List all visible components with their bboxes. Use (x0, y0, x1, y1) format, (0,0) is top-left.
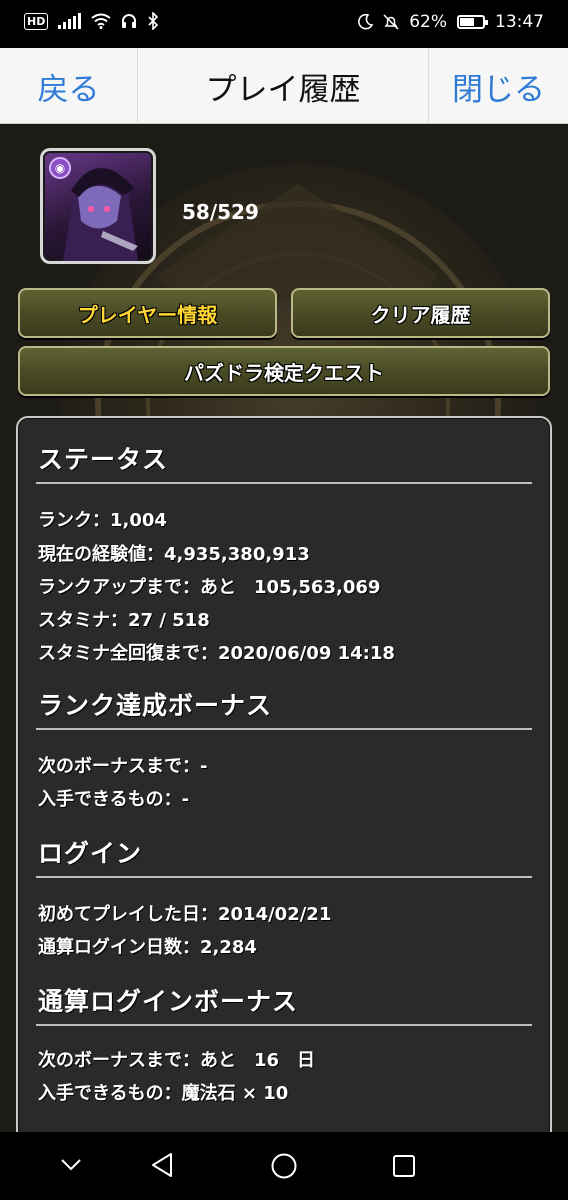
battery-icon (457, 15, 488, 29)
puzzle-quest-button[interactable]: パズドラ検定クエスト (18, 346, 550, 396)
rankup-row: ランクアップまで：あと 105,563,069 (38, 577, 381, 598)
monster-count: 58/529 (182, 200, 259, 224)
close-button[interactable]: 閉じる (428, 48, 568, 124)
rank-bonus-item-row: 入手できるもの：- (38, 789, 190, 810)
player-info-tab[interactable]: プレイヤー情報 (18, 288, 277, 338)
next-login-bonus-row: 次のボーナスまで：あと 16 日 (38, 1050, 316, 1071)
divider (36, 1024, 532, 1026)
battery-percent: 62% (409, 12, 447, 32)
system-nav-bar (0, 1132, 568, 1200)
status-bar: HD 62% 13:47 (0, 0, 568, 48)
headset-icon (122, 14, 137, 28)
status-section-title: ステータス (38, 445, 169, 474)
hd-indicator: HD (24, 12, 49, 30)
moon-icon (358, 14, 374, 30)
login-section-title: ログイン (38, 839, 143, 868)
clock: 13:47 (495, 12, 544, 32)
status-panel: ステータス ランク：1,004 現在の経験値：4,935,380,913 ランク… (16, 416, 552, 1132)
login-bonus-item-row: 入手できるもの：魔法石 × 10 (38, 1083, 289, 1104)
recents-square-icon[interactable] (392, 1154, 416, 1178)
next-rank-bonus-row: 次のボーナスまで：- (38, 756, 208, 777)
first-play-row: 初めてプレイした日：2014/02/21 (38, 904, 332, 925)
bluetooth-icon (148, 12, 159, 30)
login-bonus-section-title: 通算ログインボーナス (38, 987, 299, 1016)
leader-monster-avatar[interactable]: ◉ (40, 148, 156, 264)
divider (36, 876, 532, 878)
rank-bonus-section-title: ランク達成ボーナス (38, 691, 273, 720)
home-circle-icon[interactable] (270, 1152, 298, 1180)
app-header: 戻る プレイ履歴 閉じる (0, 48, 568, 124)
divider (36, 482, 532, 484)
wifi-icon (91, 13, 111, 29)
page-title: プレイ履歴 (205, 71, 361, 108)
stamina-row: スタミナ：27 / 518 (38, 610, 210, 631)
signal-icon (58, 13, 82, 29)
game-content: ◉ 58/529 プレイヤー情報 クリア履歴 パズドラ検定クエスト ステータス … (0, 124, 568, 1132)
back-triangle-icon[interactable] (150, 1152, 174, 1178)
rank-row: ランク：1,004 (38, 510, 167, 531)
back-button[interactable]: 戻る (0, 48, 138, 124)
divider (36, 728, 532, 730)
stamina-recovery-row: スタミナ全回復まで：2020/06/09 14:18 (38, 643, 395, 664)
exp-row: 現在の経験値：4,935,380,913 (38, 544, 310, 565)
login-days-row: 通算ログイン日数：2,284 (38, 937, 257, 958)
clear-history-tab[interactable]: クリア履歴 (291, 288, 550, 338)
dark-attribute-icon: ◉ (49, 157, 71, 179)
mute-bell-icon (383, 14, 399, 30)
chevron-down-icon[interactable] (60, 1158, 82, 1172)
